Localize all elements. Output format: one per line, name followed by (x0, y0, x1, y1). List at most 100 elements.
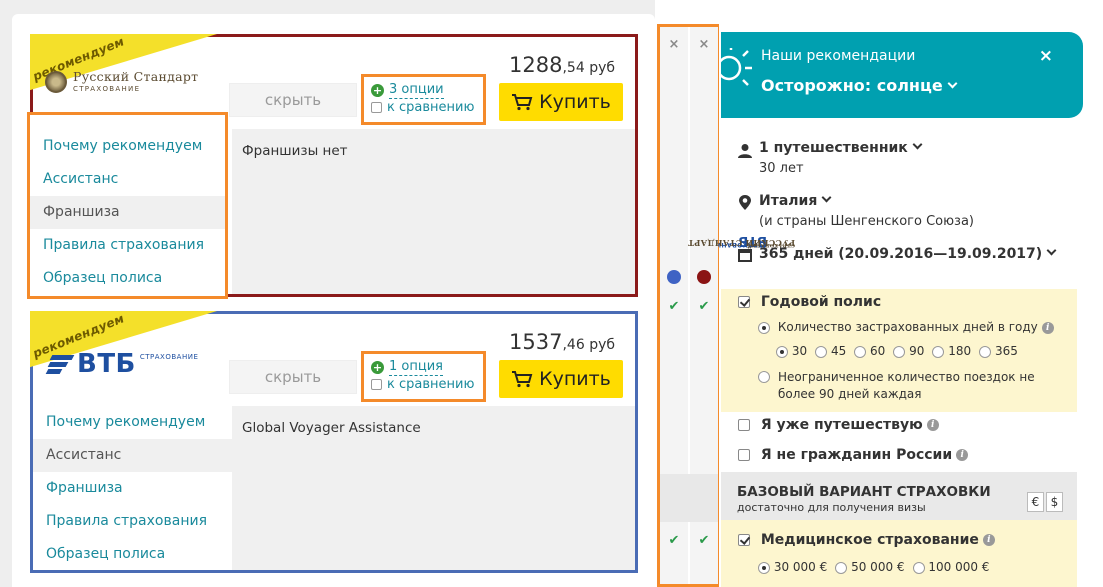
travelers-filter[interactable]: 1 путешественник 30 лет (721, 139, 1079, 193)
insurer-name: Русский Стандарт (73, 69, 199, 85)
buy-label: Купить (539, 368, 611, 390)
buy-label: Купить (539, 91, 611, 113)
menu-policy-sample[interactable]: Образец полиса (33, 538, 233, 571)
currency-euro-button[interactable]: € (1027, 492, 1044, 512)
menu-why-recommended[interactable]: Почему рекомендуем (33, 406, 233, 439)
base-variant-title: БАЗОВЫЙ ВАРИАНТ СТРАХОВКИ (737, 484, 991, 500)
vtb-emblem-icon (45, 351, 75, 377)
medical-radio-30000[interactable] (758, 561, 770, 574)
not-citizen-checkbox[interactable] (738, 449, 750, 461)
add-options-icon[interactable]: + (371, 360, 384, 374)
offer-menu: Почему рекомендуем Ассистанс Франшиза Пр… (33, 406, 233, 566)
medical-checkbox[interactable] (738, 534, 750, 546)
compare-label[interactable]: к сравнению (387, 376, 474, 393)
already-traveling-option[interactable]: Я уже путешествую i (738, 417, 939, 433)
days-radio-45[interactable] (815, 345, 828, 358)
compare-color-dot (667, 270, 681, 284)
medical-options: 30 000 € 50 000 € 100 000 € (758, 560, 989, 574)
options-link[interactable]: 1 опция (389, 358, 443, 376)
cart-icon (512, 94, 533, 111)
info-icon[interactable]: i (982, 534, 995, 546)
menu-franchise[interactable]: Франшиза (33, 472, 233, 505)
check-icon: ✔ (668, 533, 680, 548)
currency-usd-button[interactable]: $ (1046, 492, 1063, 512)
menu-assistance[interactable]: Ассистанс (30, 163, 225, 196)
info-icon[interactable]: i (1041, 321, 1054, 334)
offer-card-russian-standard: рекомендуем Русский Стандарт СТРАХОВАНИЕ… (27, 34, 638, 299)
days-options: 30 45 60 90 180 365 (776, 344, 1018, 358)
menu-assistance[interactable]: Ассистанс (33, 439, 233, 472)
insurer-sub: СТРАХОВАНИЕ (139, 353, 199, 361)
options-compare-box: + 3 опции к сравнению (361, 74, 486, 125)
menu-franchise[interactable]: Франшиза (30, 196, 225, 229)
chevron-down-icon (947, 78, 958, 89)
price-cents: ,54 (562, 60, 585, 76)
info-icon[interactable]: i (926, 419, 939, 431)
buy-button[interactable]: Купить (499, 83, 623, 121)
medical-radio-100000[interactable] (912, 561, 925, 574)
price-cents: ,46 (562, 337, 585, 353)
base-variant-sub: достаточно для получения визы (737, 501, 926, 514)
offer-details: Франшизы нет (232, 129, 635, 294)
options-compare-box: + 1 опция к сравнению (361, 351, 486, 402)
recommendation-dropdown[interactable]: Осторожно: солнце (761, 76, 958, 95)
remove-compare-icon[interactable]: × (660, 37, 688, 52)
medical-insurance-block: Медицинское страхование i 30 000 € 50 000… (721, 520, 1077, 587)
not-citizen-option[interactable]: Я не гражданин России i (738, 447, 969, 463)
buy-button[interactable]: Купить (499, 360, 623, 398)
hide-button[interactable]: скрыть (229, 360, 357, 394)
hide-button[interactable]: скрыть (229, 83, 357, 117)
check-icon: ✔ (698, 533, 710, 548)
days-radio-180[interactable] (932, 345, 945, 358)
unlimited-trips-radio[interactable] (758, 371, 770, 383)
price: 1537,46 руб (509, 330, 615, 354)
lightbulb-icon (721, 48, 752, 86)
chevron-down-icon (1046, 245, 1057, 256)
compare-checkbox[interactable] (371, 379, 382, 390)
days-label: Количество застрахованных дней в году (777, 320, 1038, 334)
menu-policy-sample[interactable]: Образец полиса (30, 262, 225, 295)
medical-radio-50000[interactable] (835, 561, 848, 574)
recommendation-banner: Наши рекомендации Осторожно: солнце × (721, 32, 1083, 118)
check-icon: ✔ (668, 299, 680, 314)
travelers-count: 1 путешественник (759, 140, 908, 156)
chevron-down-icon (821, 192, 832, 203)
remove-compare-icon[interactable]: × (690, 37, 718, 52)
chevron-down-icon (912, 139, 923, 150)
filters-panel: 1 путешественник 30 лет Италия (и страны… (721, 139, 1079, 276)
menu-rules[interactable]: Правила страхования (33, 505, 233, 538)
compare-label[interactable]: к сравнению (387, 99, 474, 116)
calendar-icon (738, 249, 752, 262)
add-options-icon[interactable]: + (371, 83, 384, 97)
days-radio-90[interactable] (893, 345, 906, 358)
annual-policy-label: Годовой полис (760, 294, 882, 310)
days-limited-radio[interactable] (758, 321, 770, 334)
price-currency: руб (589, 337, 615, 353)
days-radio-365[interactable] (979, 345, 992, 358)
russian-standard-emblem-icon (45, 71, 67, 93)
price: 1288,54 руб (509, 53, 615, 77)
options-link[interactable]: 3 опции (389, 81, 444, 99)
insurer-logo: Русский Стандарт СТРАХОВАНИЕ (45, 71, 198, 93)
country-filter[interactable]: Италия (и страны Шенгенского Союза) (721, 192, 1079, 246)
person-icon (738, 144, 752, 158)
menu-rules[interactable]: Правила страхования (30, 229, 225, 262)
annual-policy-checkbox[interactable] (738, 296, 750, 308)
country-name: Италия (759, 193, 818, 209)
period-text: 365 дней (20.09.2016—19.09.2017) (759, 246, 1043, 262)
offer-card-vtb: рекомендуем ВТБ СТРАХОВАНИЕ скрыть + 1 о… (30, 311, 638, 573)
info-icon[interactable]: i (956, 449, 969, 461)
period-filter[interactable]: 365 дней (20.09.2016—19.09.2017) (721, 245, 1079, 276)
compare-panel: × ВТБ СТРАХОВАНИЕ ✔ ✔ × РУССКИЙ СТАНДАРТ… (657, 24, 795, 587)
already-traveling-checkbox[interactable] (738, 419, 750, 431)
offer-details: Global Voyager Assistance (232, 406, 635, 570)
insurer-logo: ВТБ СТРАХОВАНИЕ (45, 351, 198, 377)
offer-menu: Почему рекомендуем Ассистанс Франшиза Пр… (27, 112, 228, 299)
insurer-name: ВТБ (77, 349, 136, 379)
compare-checkbox[interactable] (371, 102, 382, 113)
days-radio-60[interactable] (854, 345, 867, 358)
days-radio-30[interactable] (776, 345, 788, 358)
close-icon[interactable]: × (1039, 46, 1053, 66)
base-variant-header: БАЗОВЫЙ ВАРИАНТ СТРАХОВКИ достаточно для… (721, 472, 1077, 520)
menu-why-recommended[interactable]: Почему рекомендуем (30, 130, 225, 163)
